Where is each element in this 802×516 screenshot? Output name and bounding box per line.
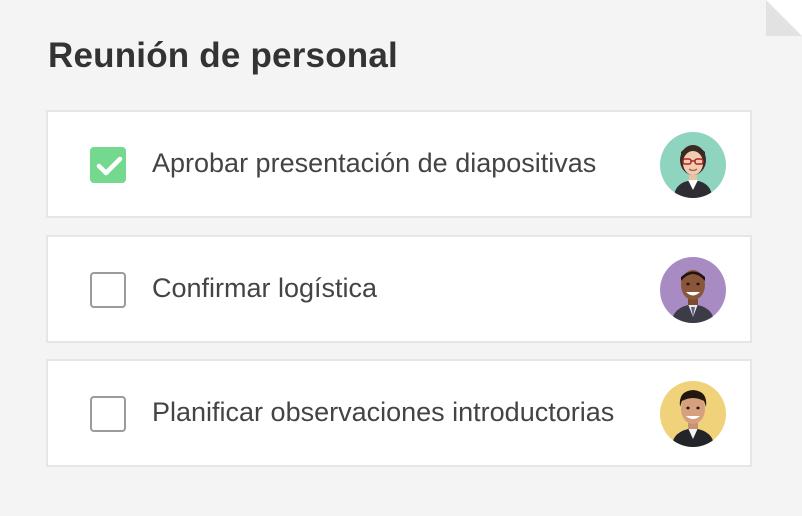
task-checkbox[interactable]: [90, 272, 126, 308]
task-checkbox[interactable]: [90, 396, 126, 432]
checkmark-icon: [96, 156, 123, 176]
assignee-avatar: [660, 381, 726, 447]
task-checkbox-checked[interactable]: [90, 147, 126, 183]
page-title: Reunión de personal: [48, 36, 398, 75]
task-label: Confirmar logística: [152, 273, 378, 303]
page-fold-corner: [766, 0, 802, 36]
assignee-avatar: [660, 132, 726, 198]
task-item[interactable]: Aprobar presentación de diapositivas: [46, 110, 752, 218]
task-item[interactable]: Planificar observaciones introductorias: [46, 359, 752, 467]
task-item[interactable]: Confirmar logística: [46, 235, 752, 343]
task-label: Aprobar presentación de diapositivas: [152, 148, 597, 178]
task-label: Planificar observaciones introductorias: [152, 397, 615, 427]
assignee-avatar: [660, 257, 726, 323]
